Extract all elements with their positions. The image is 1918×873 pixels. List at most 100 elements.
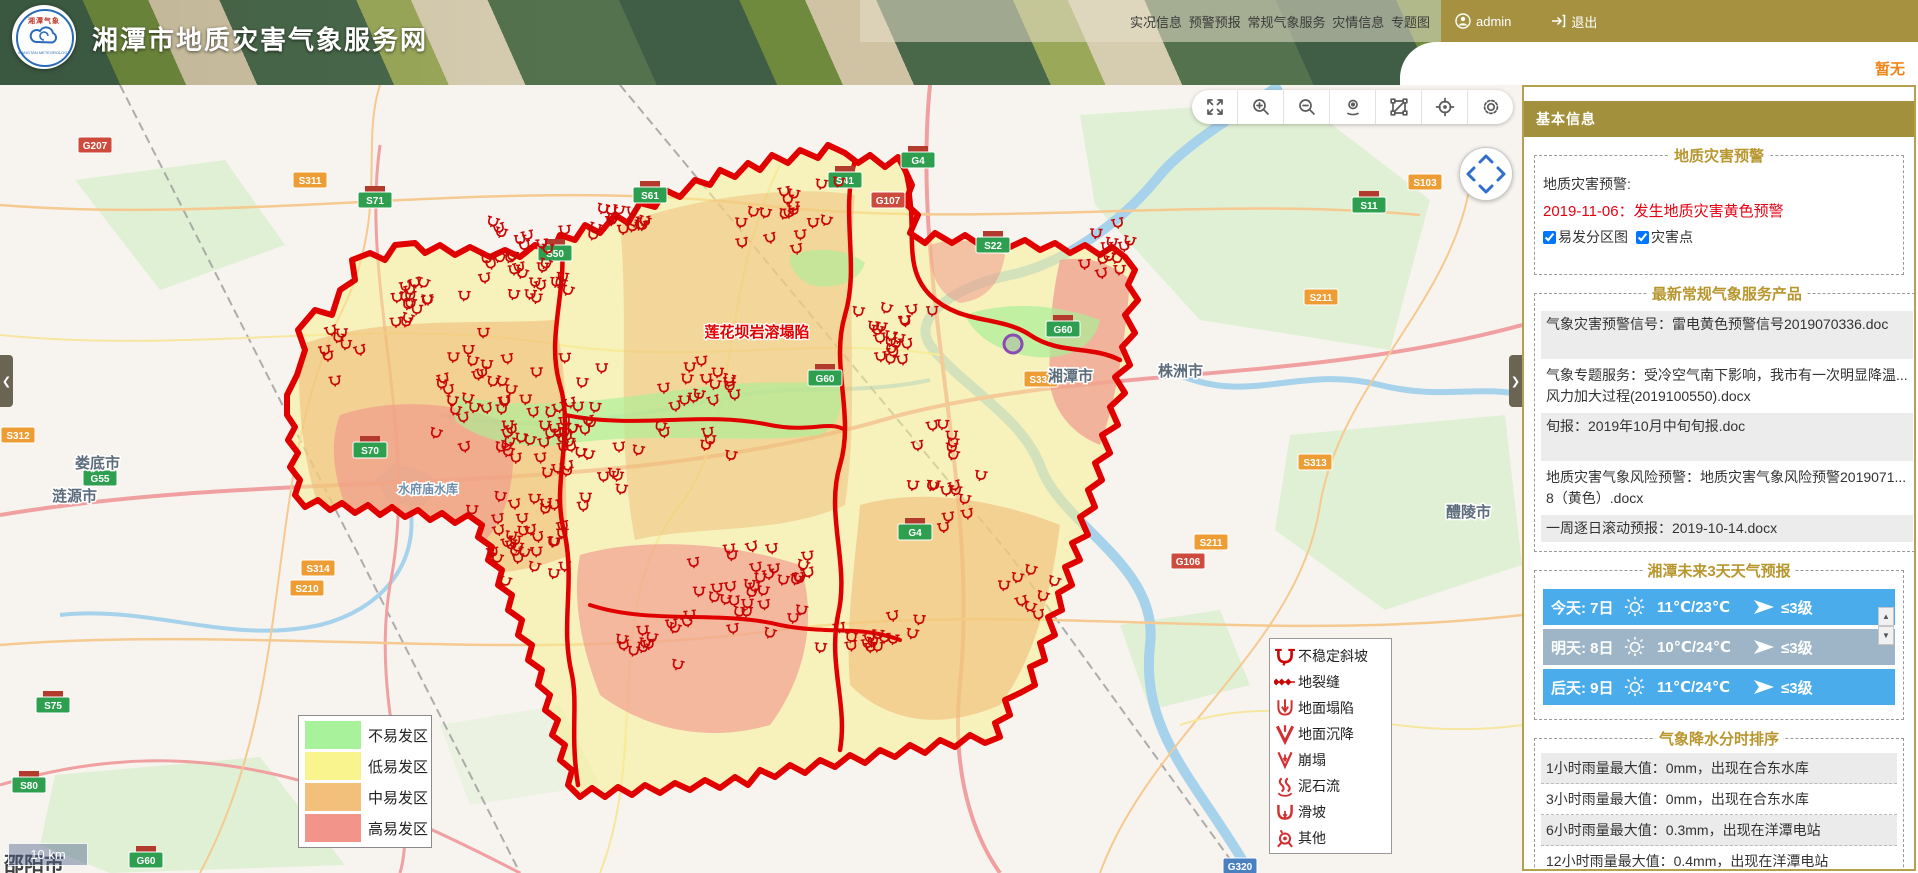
city-label: 娄底市 <box>75 454 120 472</box>
wind-icon <box>1753 599 1781 615</box>
disaster-marker[interactable] <box>494 227 509 240</box>
product-row[interactable]: 一周逐日滚动预报：2019-10-14.docx <box>1541 515 1913 542</box>
road-badge-S71: S71 <box>358 186 392 208</box>
rainfall-row: 1小时雨量最大值：0mm，出现在合东水库 <box>1541 753 1897 784</box>
road-badge-S61: S61 <box>633 181 667 203</box>
road-badge-G4: G4 <box>901 146 935 168</box>
checkbox-input[interactable] <box>1636 231 1649 244</box>
logo-en-text: XIANGTAN METEOROLOGY <box>18 51 71 56</box>
main-nav: 实况信息预警预报常规气象服务灾情信息专题图 <box>1130 12 1430 31</box>
weather-day: 后天: 9日 <box>1551 677 1623 698</box>
layer-checkbox-2[interactable]: 灾害点 <box>1636 229 1693 245</box>
logout-button[interactable]: 退出 <box>1571 12 1597 31</box>
product-row-line: 气象灾害预警信号：雷电黄色预警信号2019070336.doc <box>1546 314 1908 335</box>
sym-debris-icon <box>1274 775 1296 797</box>
username[interactable]: admin <box>1476 14 1511 29</box>
zoom-out-icon[interactable] <box>1284 90 1330 124</box>
nav-item-1[interactable]: 实况信息 <box>1130 12 1182 31</box>
svg-text:S71: S71 <box>366 196 384 207</box>
road-badge-S312: S312 <box>1 427 35 443</box>
weather-day: 今天: 7日 <box>1551 597 1623 618</box>
risk-legend-label: 不易发区 <box>368 725 428 746</box>
weather-row-day3[interactable]: 后天: 9日11℃/24℃≤3级 <box>1543 669 1895 705</box>
target-icon[interactable] <box>1422 90 1468 124</box>
nav-item-2[interactable]: 预警预报 <box>1189 12 1241 31</box>
risk-legend-label: 中易发区 <box>368 787 428 808</box>
site-logo[interactable]: 湘潭气象 XIANGTAN METEOROLOGY <box>12 5 76 69</box>
risk-zone-legend: 不易发区低易发区中易发区高易发区 <box>298 715 432 848</box>
ticker-text: 暂无 <box>1875 58 1905 79</box>
logo-ring <box>16 9 74 67</box>
settings-gear-icon[interactable] <box>1468 90 1513 124</box>
svg-text:S312: S312 <box>6 431 30 442</box>
nav-item-5[interactable]: 专题图 <box>1391 12 1430 31</box>
header-curve <box>1400 42 1918 85</box>
marker-legend-label: 不稳定斜坡 <box>1298 646 1368 666</box>
products-panel: 最新常规气象服务产品 气象灾害预警信号：雷电黄色预警信号2019070336.d… <box>1534 283 1916 552</box>
svg-text:G4: G4 <box>908 528 922 539</box>
road-badge-S313: S313 <box>1298 454 1332 470</box>
svg-text:S11: S11 <box>1360 201 1378 212</box>
locate-pin-icon[interactable] <box>1330 90 1376 124</box>
compass-control[interactable] <box>1459 147 1513 201</box>
marker-legend-label: 滑坡 <box>1298 802 1326 822</box>
svg-text:S50: S50 <box>546 249 564 260</box>
road-badge-G320: G320 <box>1223 858 1257 873</box>
disaster-marker[interactable] <box>514 235 527 245</box>
svg-text:G55: G55 <box>91 474 110 485</box>
wind-icon <box>1753 639 1781 655</box>
risk-legend-item: 不易发区 <box>305 721 425 749</box>
checkbox-input[interactable] <box>1543 231 1556 244</box>
city-label: 湘潭市 <box>1048 367 1093 385</box>
risk-color-chip <box>305 783 361 811</box>
layer-checkbox-1[interactable]: 易发分区图 <box>1543 229 1628 245</box>
city-label: 株洲市 <box>1158 362 1203 380</box>
collapse-left-tab[interactable]: ❮ <box>0 355 13 407</box>
scroll-down-button[interactable]: ▼ <box>1878 626 1894 645</box>
weather-temp: 11℃/24℃ <box>1657 678 1753 696</box>
user-block: admin 退出 <box>1441 0 1918 42</box>
geo-warning-panel: 地质灾害预警 地质灾害预警: 2019-11-06：发生地质灾害黄色预警 易发分… <box>1534 145 1904 275</box>
sidebar: 基本信息 地质灾害预警 地质灾害预警: 2019-11-06：发生地质灾害黄色预… <box>1522 85 1916 871</box>
selected-marker-ring <box>1004 335 1022 353</box>
map[interactable]: G207G107G106S311S103S211S211S331S312S313… <box>0 85 1522 873</box>
product-row[interactable]: 旬报：2019年10月中旬旬报.doc <box>1541 413 1913 461</box>
sunny-icon <box>1623 635 1657 659</box>
risk-legend-item: 高易发区 <box>305 814 425 842</box>
road-badge-G106: G106 <box>1171 553 1205 569</box>
svg-text:S314: S314 <box>306 564 330 575</box>
polygon-select-icon[interactable] <box>1376 90 1422 124</box>
risk-color-chip <box>305 814 361 842</box>
product-row[interactable]: 气象灾害预警信号：雷电黄色预警信号2019070336.doc <box>1541 311 1913 359</box>
collapse-right-tab[interactable]: ❯ <box>1509 355 1522 407</box>
svg-text:G60: G60 <box>137 856 156 867</box>
user-icon <box>1455 13 1471 29</box>
city-label: 水府庙水库 <box>398 481 458 496</box>
weather-temp: 10℃/24℃ <box>1657 638 1753 656</box>
disaster-type-legend: 不稳定斜坡地裂缝地面塌陷地面沉降崩塌泥石流滑坡其他 <box>1269 638 1392 854</box>
nav-item-4[interactable]: 灾情信息 <box>1332 12 1384 31</box>
sym-slope-icon <box>1274 645 1296 667</box>
marker-legend-item: 不稳定斜坡 <box>1270 643 1391 669</box>
scroll-up-button[interactable]: ▲ <box>1878 607 1894 626</box>
svg-text:S75: S75 <box>44 701 62 712</box>
product-row-line: 一周逐日滚动预报：2019-10-14.docx <box>1546 518 1908 539</box>
svg-text:G4: G4 <box>911 156 925 167</box>
fullscreen-icon[interactable] <box>1192 90 1238 124</box>
nav-item-3[interactable]: 常规气象服务 <box>1247 12 1325 31</box>
weather-row-day1[interactable]: 今天: 7日11℃/23℃≤3级 <box>1543 589 1895 625</box>
area-label: 莲花坝岩溶塌陷 <box>704 323 809 341</box>
svg-text:S211: S211 <box>1310 293 1333 304</box>
risk-legend-item: 低易发区 <box>305 752 425 780</box>
zoom-in-icon[interactable] <box>1238 90 1284 124</box>
svg-text:S70: S70 <box>361 446 379 457</box>
svg-text:S103: S103 <box>1413 178 1437 189</box>
map-toolbar <box>1192 90 1513 124</box>
product-row[interactable]: 地质灾害气象风险预警：地质灾害气象风险预警2019071...8（黄色）.doc… <box>1541 464 1913 512</box>
product-row-line <box>1546 437 1908 458</box>
weather-row-day2[interactable]: 明天: 8日10℃/24℃≤3级 <box>1543 629 1895 665</box>
road-badge-S211: S211 <box>1304 289 1338 305</box>
rainfall-legend: 气象降水分时排序 <box>1655 728 1783 749</box>
geo-warning-text: 2019-11-06：发生地质灾害黄色预警 <box>1543 200 1895 221</box>
product-row[interactable]: 气象专题服务：受冷空气南下影响，我市有一次明显降温...风力加大过程(20191… <box>1541 362 1913 410</box>
